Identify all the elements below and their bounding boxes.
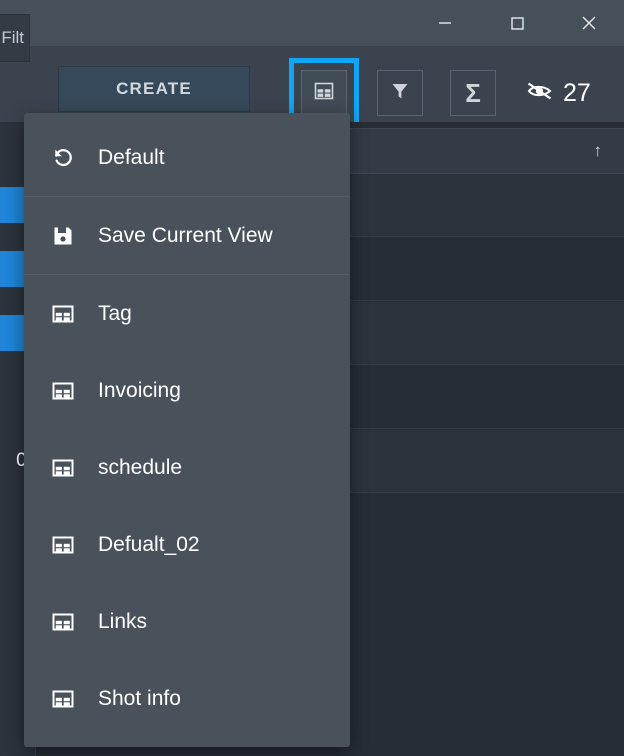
funnel-filter-icon bbox=[389, 80, 411, 107]
sort-ascending-arrow-icon[interactable]: ↑ bbox=[594, 141, 603, 161]
menu-item-label: schedule bbox=[98, 456, 182, 480]
eye-off-icon bbox=[525, 79, 555, 108]
hidden-count-value: 27 bbox=[563, 79, 591, 108]
menu-item-save-current-view[interactable]: Save Current View bbox=[24, 197, 350, 274]
filter-button[interactable] bbox=[377, 70, 423, 116]
menu-item-tag[interactable]: Tag bbox=[24, 275, 350, 352]
minimize-button[interactable] bbox=[422, 0, 468, 46]
grid-table-icon bbox=[50, 378, 76, 404]
hidden-columns-indicator[interactable]: 27 bbox=[525, 70, 591, 116]
menu-item-label: Default bbox=[98, 146, 165, 170]
maximize-icon bbox=[508, 14, 526, 32]
grid-table-icon bbox=[50, 532, 76, 558]
menu-item-label: Shot info bbox=[98, 687, 181, 711]
sigma-sum-icon: Σ bbox=[465, 78, 481, 109]
summary-button[interactable]: Σ bbox=[450, 70, 496, 116]
grid-table-icon bbox=[50, 686, 76, 712]
restore-undo-icon bbox=[50, 145, 76, 171]
menu-item-label: Tag bbox=[98, 302, 132, 326]
menu-item-links[interactable]: Links bbox=[24, 583, 350, 660]
grid-table-icon bbox=[50, 301, 76, 327]
view-layout-dropdown-menu: Default Save Current View bbox=[24, 113, 350, 747]
menu-item-label: Save Current View bbox=[98, 224, 273, 248]
menu-item-invoicing[interactable]: Invoicing bbox=[24, 352, 350, 429]
maximize-button[interactable] bbox=[494, 0, 540, 46]
grid-table-icon bbox=[50, 455, 76, 481]
minimize-icon bbox=[436, 14, 454, 32]
create-button[interactable]: CREATE bbox=[58, 66, 250, 112]
application-window: Filt CREATE Σ bbox=[0, 0, 624, 756]
filter-label-fragment[interactable]: Filt bbox=[0, 14, 30, 62]
menu-item-shot-info[interactable]: Shot info bbox=[24, 660, 350, 737]
menu-item-default[interactable]: Default bbox=[24, 119, 350, 196]
view-layout-button[interactable] bbox=[301, 70, 347, 116]
menu-item-defualt-02[interactable]: Defualt_02 bbox=[24, 506, 350, 583]
close-button[interactable] bbox=[566, 0, 612, 46]
menu-item-label: Invoicing bbox=[98, 379, 181, 403]
grid-table-icon bbox=[313, 80, 335, 107]
menu-item-label: Links bbox=[98, 610, 147, 634]
menu-item-schedule[interactable]: schedule bbox=[24, 429, 350, 506]
close-icon bbox=[579, 13, 599, 33]
menu-item-label: Defualt_02 bbox=[98, 533, 200, 557]
grid-table-icon bbox=[50, 609, 76, 635]
save-floppy-icon bbox=[50, 223, 76, 249]
window-titlebar bbox=[0, 0, 624, 46]
